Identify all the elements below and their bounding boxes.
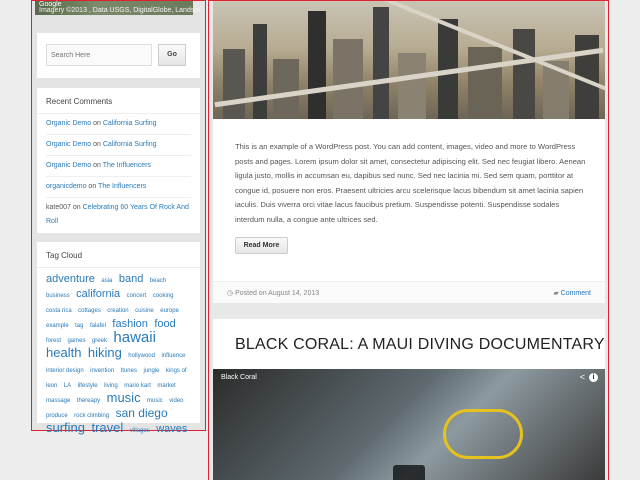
list-item: organicdemo on The Influencers [46, 177, 191, 198]
tag-link[interactable]: falafel [90, 323, 106, 329]
list-item: kate007 on Celebrating 60 Years Of Rock … [46, 198, 191, 232]
tag-link[interactable]: costa rica [46, 308, 72, 314]
comment-author-link[interactable]: organicdemo [46, 183, 86, 190]
tag-link[interactable]: concert [127, 293, 147, 299]
tag-link[interactable]: tag [75, 323, 83, 329]
tag-link[interactable]: san diego [116, 406, 168, 420]
comment-author-link[interactable]: Organic Demo [46, 162, 91, 169]
tag-link[interactable]: rock climbing [74, 413, 109, 419]
video-player[interactable]: Black Coral < i [213, 369, 605, 480]
comment-link-text: Comment [560, 290, 591, 297]
comment-author-link[interactable]: Organic Demo [46, 120, 91, 127]
tag-link[interactable]: interior design [46, 368, 84, 374]
post-card: BLACK CORAL: A MAUI DIVING DOCUMENTARY B… [213, 319, 605, 480]
speech-bubble-icon: ▰ [553, 290, 561, 297]
tag-link[interactable]: adventure [46, 273, 95, 285]
play-button[interactable] [393, 465, 425, 480]
post-date: ◷ Posted on August 14, 2013 [227, 289, 319, 297]
list-item: Organic Demo on California Surfing [46, 135, 191, 156]
comment-post-link[interactable]: California Surfing [103, 141, 157, 148]
comment-author: kate007 [46, 204, 71, 211]
clock-icon: ◷ [227, 290, 236, 297]
tag-link[interactable]: mario kart [124, 383, 151, 389]
tag-link[interactable]: creation [107, 308, 128, 314]
comment-post-link[interactable]: The Influencers [98, 183, 146, 190]
tag-link[interactable]: surfing [46, 420, 85, 435]
map-attribution: Imagery ©2013 , Data USGS, DigitalGlobe,… [39, 7, 201, 14]
tag-link[interactable]: market [157, 383, 175, 389]
post-featured-image[interactable] [213, 1, 605, 119]
post-excerpt: This is an example of a WordPress post. … [235, 142, 586, 224]
tag-link[interactable]: asia [101, 278, 112, 284]
comment-link[interactable]: ▰ Comment [553, 289, 591, 297]
tag-link[interactable]: business [46, 293, 70, 299]
post-meta: ◷ Posted on August 14, 2013 ▰ Comment [213, 281, 605, 303]
search-button[interactable]: Go [158, 44, 186, 66]
tag-link[interactable]: influence [161, 353, 185, 359]
tag-link[interactable]: forest [46, 338, 61, 344]
comment-on-text: on [72, 204, 81, 211]
tag-link[interactable]: Itunes [121, 368, 137, 374]
comment-on-text: on [93, 120, 101, 127]
main-content: This is an example of a WordPress post. … [208, 0, 609, 480]
map-thumbnail[interactable]: Google Imagery ©2013 , Data USGS, Digita… [35, 1, 200, 15]
tag-link[interactable]: california [76, 288, 120, 300]
tag-link[interactable]: hawaii [113, 329, 156, 346]
post-title[interactable]: BLACK CORAL: A MAUI DIVING DOCUMENTARY [235, 336, 605, 354]
tag-link[interactable]: beach [150, 278, 166, 284]
tag-link[interactable]: cuisine [135, 308, 154, 314]
post-date-text: Posted on August 14, 2013 [235, 290, 320, 297]
comment-on-text: on [88, 183, 97, 190]
list-item: Organic Demo on The Influencers [46, 156, 191, 177]
comment-list: Organic Demo on California Surfing Organ… [37, 114, 200, 232]
read-more-button[interactable]: Read More [235, 237, 288, 254]
sidebar: Google Imagery ©2013 , Data USGS, Digita… [31, 0, 206, 435]
list-item: Organic Demo on California Surfing [46, 114, 191, 135]
tag-link[interactable]: food [154, 318, 175, 330]
video-frame-detail [443, 409, 523, 459]
comment-post-link[interactable]: The Influencers [103, 162, 151, 169]
tag-link[interactable]: video [169, 398, 183, 404]
info-icon[interactable]: i [589, 373, 598, 382]
comment-author-link[interactable]: Organic Demo [46, 141, 91, 148]
post-card: This is an example of a WordPress post. … [213, 1, 605, 303]
tag-link[interactable]: hiking [88, 345, 122, 360]
tag-link[interactable]: jungle [143, 368, 159, 374]
tag-link[interactable]: hollywood [128, 353, 155, 359]
tag-link[interactable]: lifestyle [78, 383, 98, 389]
tag-link[interactable]: living [104, 383, 118, 389]
recent-comments-widget: Recent Comments Organic Demo on Californ… [37, 88, 200, 233]
tag-link[interactable]: cottages [78, 308, 101, 314]
tag-link[interactable]: games [67, 338, 85, 344]
video-title[interactable]: Black Coral [221, 374, 257, 381]
share-icon[interactable]: < [580, 372, 585, 382]
tag-link[interactable]: produce [46, 413, 68, 419]
tag-link[interactable]: massage [46, 398, 70, 404]
search-input[interactable] [46, 44, 152, 66]
tag-link[interactable]: music [147, 398, 163, 404]
search-widget: Go [37, 33, 200, 78]
widget-title: Tag Cloud [37, 242, 200, 268]
comment-on-text: on [93, 141, 101, 148]
tag-link[interactable]: thereapy [77, 398, 100, 404]
tag-link[interactable]: waves [156, 423, 187, 435]
tag-link[interactable]: music [107, 390, 141, 405]
comment-post-link[interactable]: California Surfing [103, 120, 157, 127]
tag-link[interactable]: invention [90, 368, 114, 374]
tag-cloud: adventure asia band beach business calif… [37, 268, 200, 437]
tag-link[interactable]: band [119, 273, 143, 285]
tag-link[interactable]: villages [130, 428, 150, 434]
comment-on-text: on [93, 162, 101, 169]
tag-link[interactable]: travel [91, 420, 123, 435]
tag-link[interactable]: greek [92, 338, 107, 344]
tag-cloud-widget: Tag Cloud adventure asia band beach busi… [37, 242, 200, 435]
tag-link[interactable]: health [46, 345, 81, 360]
tag-link[interactable]: europe [160, 308, 179, 314]
tag-link[interactable]: cooking [153, 293, 174, 299]
widget-title: Recent Comments [37, 88, 200, 114]
tag-link[interactable]: example [46, 323, 69, 329]
tag-link[interactable]: LA [64, 383, 71, 389]
